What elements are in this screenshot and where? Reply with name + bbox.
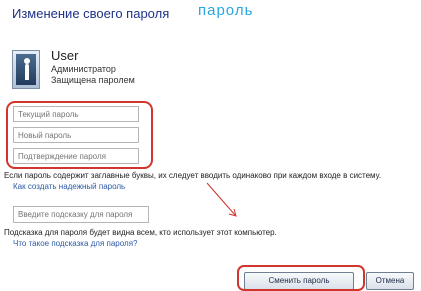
annotation-arrow-icon bbox=[206, 182, 237, 217]
change-password-highlight bbox=[237, 265, 365, 291]
cancel-button[interactable]: Отмена bbox=[366, 272, 414, 290]
